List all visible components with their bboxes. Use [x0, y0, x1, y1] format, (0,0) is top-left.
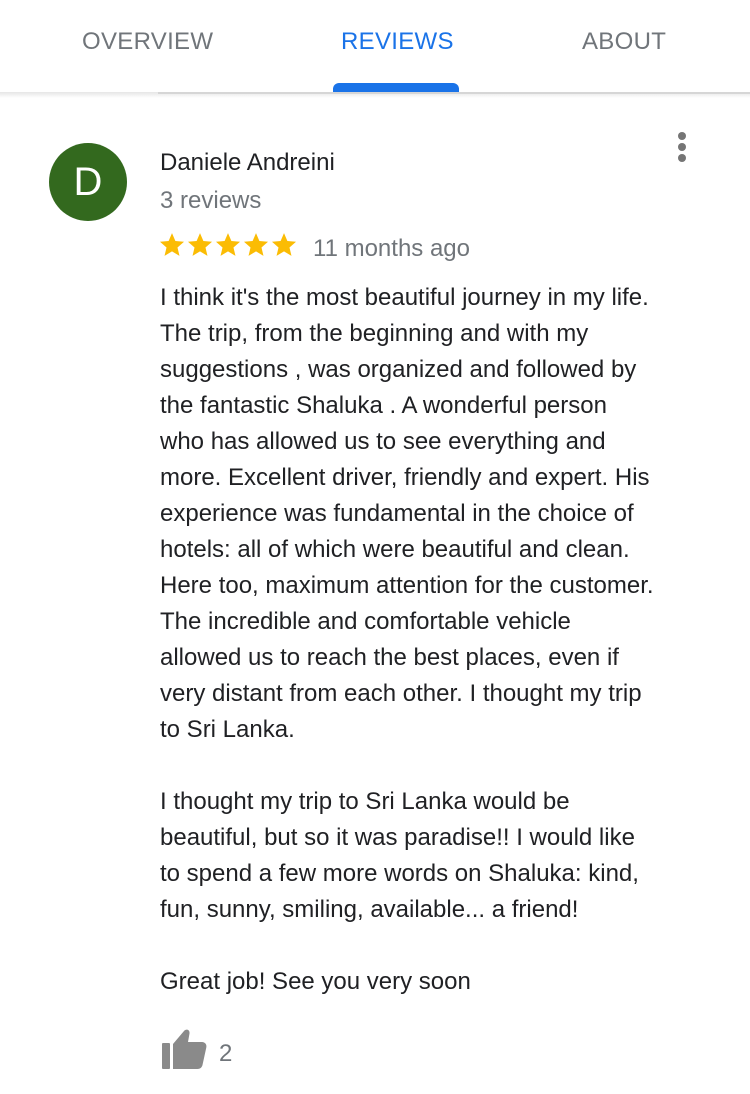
- avatar[interactable]: D: [49, 143, 127, 221]
- tab-overview[interactable]: OVERVIEW: [82, 28, 213, 56]
- thumbs-up-icon: [162, 1029, 207, 1069]
- more-vertical-icon-dot: [678, 143, 686, 151]
- review-paragraph: I thought my trip to Sri Lanka would be …: [160, 788, 639, 923]
- more-options-button[interactable]: [666, 126, 698, 166]
- star-icon: [187, 233, 213, 256]
- more-vertical-icon-dot: [678, 154, 686, 162]
- review-paragraph: Great job! See you very soon: [160, 968, 471, 995]
- star-rating: [158, 230, 298, 266]
- tab-reviews[interactable]: REVIEWS: [341, 28, 454, 56]
- reviewer-review-count[interactable]: 3 reviews: [160, 187, 261, 215]
- active-tab-indicator: [333, 83, 459, 92]
- tab-bar: OVERVIEW REVIEWS ABOUT: [0, 0, 750, 92]
- reviewer-name[interactable]: Daniele Andreini: [160, 149, 335, 177]
- tab-about[interactable]: ABOUT: [582, 28, 666, 56]
- like-button[interactable]: [160, 1027, 208, 1071]
- star-icon: [159, 233, 185, 256]
- review-text: I think it's the most beautiful journey …: [160, 280, 720, 1000]
- more-vertical-icon: [678, 132, 686, 140]
- review-date: 11 months ago: [313, 235, 470, 262]
- star-icon: [215, 233, 241, 256]
- review-paragraph: I think it's the most beautiful journey …: [160, 284, 654, 743]
- star-icon: [271, 233, 297, 256]
- divider: [158, 92, 750, 94]
- like-count: 2: [219, 1040, 233, 1067]
- star-icon: [243, 233, 269, 256]
